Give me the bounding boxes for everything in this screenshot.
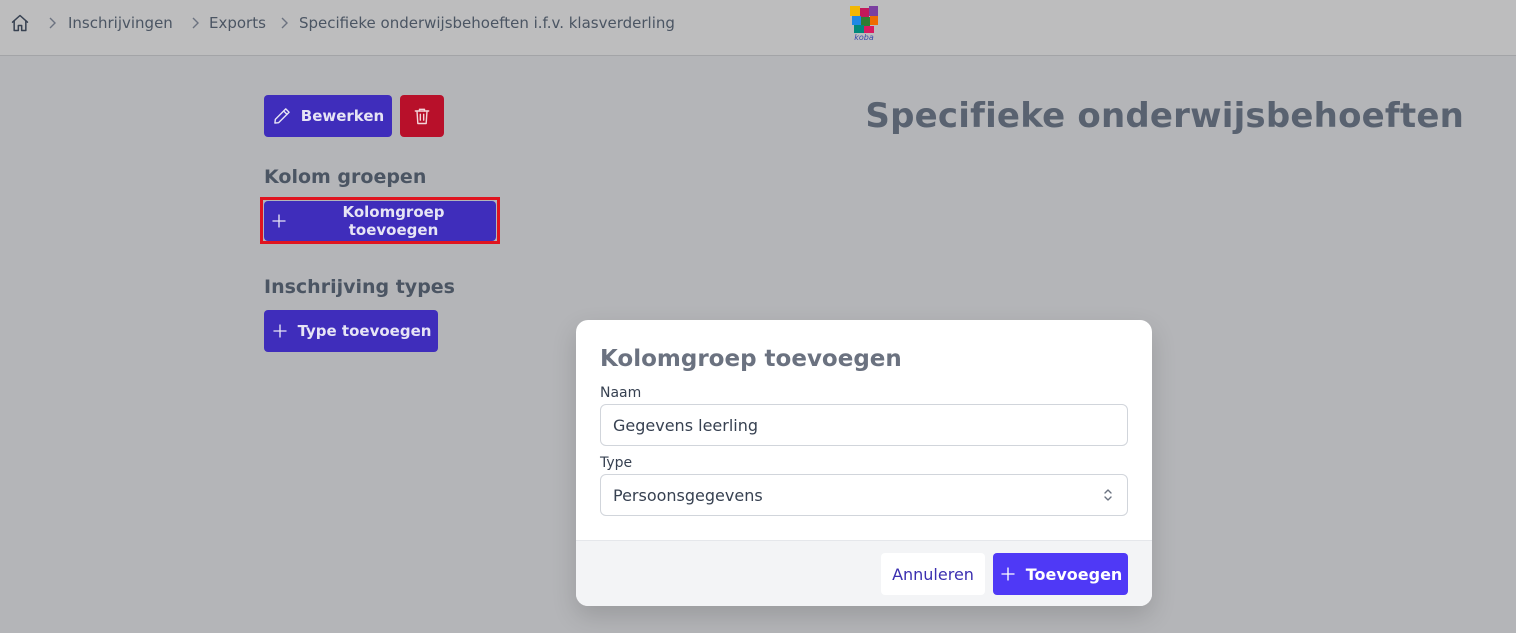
cancel-button[interactable]: Annuleren bbox=[881, 553, 985, 595]
home-icon[interactable] bbox=[10, 13, 30, 33]
type-select-value: Persoonsgegevens bbox=[613, 485, 763, 505]
modal-title: Kolomgroep toevoegen bbox=[600, 346, 902, 372]
section-title-kolom-groepen: Kolom groepen bbox=[264, 166, 427, 188]
svg-text:koba: koba bbox=[854, 33, 874, 42]
delete-button[interactable] bbox=[400, 95, 444, 137]
breadcrumb-current[interactable]: Specifieke onderwijsbehoeften i.f.v. kla… bbox=[299, 14, 675, 32]
add-column-group-button[interactable]: Kolomgroep toevoegen bbox=[264, 201, 496, 241]
submit-add-button-label: Toevoegen bbox=[1025, 564, 1123, 584]
chevron-right-icon bbox=[192, 17, 199, 29]
plus-icon bbox=[272, 214, 286, 228]
name-input-value: Gegevens leerling bbox=[613, 415, 759, 435]
add-type-label: Type toevoegen bbox=[297, 322, 432, 340]
pencil-icon bbox=[273, 108, 290, 124]
name-label: Naam bbox=[600, 385, 642, 401]
cancel-button-label: Annuleren bbox=[892, 564, 974, 584]
edit-button[interactable]: Bewerken bbox=[264, 95, 392, 137]
breadcrumb-exports[interactable]: Exports bbox=[209, 14, 266, 32]
section-title-inschrijving-types: Inschrijving types bbox=[264, 276, 455, 298]
edit-button-label: Bewerken bbox=[300, 107, 385, 125]
modal-footer: Annuleren Toevoegen bbox=[576, 540, 1152, 606]
add-column-group-label: Kolomgroep toevoegen bbox=[342, 203, 445, 239]
koba-logo: koba bbox=[850, 6, 878, 42]
type-label: Type bbox=[600, 455, 633, 471]
name-input[interactable]: Gegevens leerling bbox=[600, 404, 1128, 446]
trash-icon bbox=[414, 108, 430, 125]
type-select[interactable]: Persoonsgegevens bbox=[600, 474, 1128, 516]
submit-add-button[interactable]: Toevoegen bbox=[993, 553, 1128, 595]
chevron-right-icon bbox=[49, 17, 56, 29]
breadcrumb-inschrijvingen[interactable]: Inschrijvingen bbox=[68, 14, 173, 32]
plus-icon bbox=[272, 324, 287, 338]
add-type-button[interactable]: Type toevoegen bbox=[264, 310, 438, 352]
chevron-right-icon bbox=[281, 17, 288, 29]
top-bar: Inschrijvingen Exports Specifieke onderw… bbox=[0, 0, 1516, 56]
chevron-up-down-icon bbox=[1104, 489, 1112, 501]
add-column-group-modal: Kolomgroep toevoegen Naam Gegevens leerl… bbox=[576, 320, 1152, 606]
page-title: Specifieke onderwijsbehoeften bbox=[865, 96, 1464, 136]
plus-icon bbox=[1001, 567, 1015, 581]
